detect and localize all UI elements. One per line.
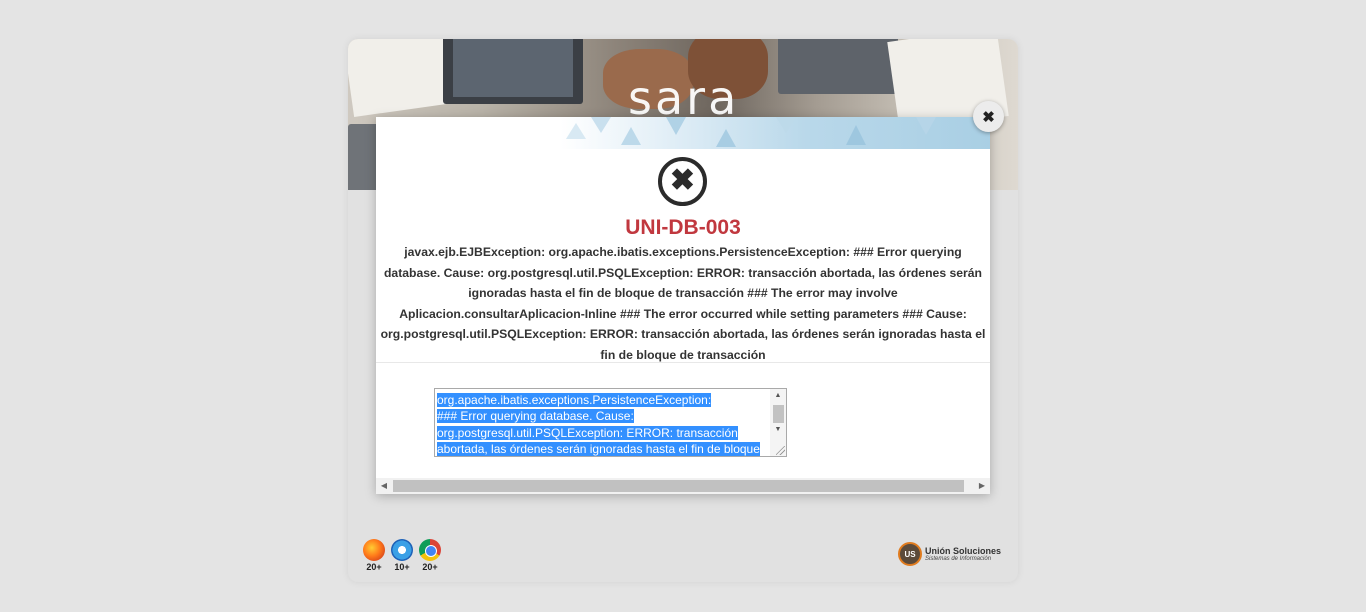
scroll-up-arrow-icon[interactable]: ▲: [770, 390, 786, 402]
textarea-scroll-thumb[interactable]: [773, 405, 784, 423]
chrome-icon: [419, 539, 441, 561]
horizontal-scroll-thumb[interactable]: [393, 480, 964, 492]
scroll-left-arrow-icon[interactable]: ◀: [376, 478, 392, 494]
dialog-header-pattern: [376, 117, 990, 149]
internet-explorer-version: 10+: [394, 562, 410, 572]
company-logo: US Unión Soluciones Sistemas de Informac…: [898, 542, 1001, 566]
scroll-right-arrow-icon[interactable]: ▶: [974, 478, 990, 494]
chrome-badge: 20+: [418, 539, 442, 572]
textarea-resize-grip-icon[interactable]: [776, 446, 785, 455]
error-code: UNI-DB-003: [625, 216, 741, 239]
internet-explorer-badge: 10+: [390, 539, 414, 572]
firefox-version: 20+: [366, 562, 382, 572]
close-icon: ✖: [982, 108, 995, 126]
company-seal-icon: US: [898, 542, 922, 566]
close-dialog-button[interactable]: ✖: [973, 101, 1004, 132]
divider: [376, 362, 990, 363]
company-name: Unión Soluciones: [925, 545, 1002, 556]
company-tagline: Sistemas de Información: [925, 555, 992, 562]
detail-line: abortada, las órdenes serán ignoradas ha…: [437, 441, 760, 456]
detail-line: ### Error querying database. Cause:: [437, 409, 634, 424]
detail-line: org.apache.ibatis.exceptions.Persistence…: [437, 393, 712, 407]
supported-browsers: 20+ 10+ 20+: [362, 539, 442, 572]
error-detail-text: org.apache.ibatis.exceptions.Persistence…: [437, 392, 767, 456]
detail-line: org.postgresql.util.PSQLException: ERROR…: [437, 425, 738, 440]
error-dialog: ✖ UNI-DB-003 javax.ejb.EJBException: org…: [376, 117, 990, 494]
dialog-horizontal-scrollbar[interactable]: ◀ ▶: [376, 478, 990, 494]
internet-explorer-icon: [391, 539, 413, 561]
firefox-badge: 20+: [362, 539, 386, 572]
error-message: javax.ejb.EJBException: org.apache.ibati…: [380, 245, 986, 362]
scroll-down-arrow-icon[interactable]: ▼: [770, 424, 786, 436]
chrome-version: 20+: [422, 562, 438, 572]
error-detail-textarea[interactable]: org.apache.ibatis.exceptions.Persistence…: [434, 388, 787, 457]
firefox-icon: [363, 539, 385, 561]
error-circle-x-icon: ✖: [658, 157, 707, 206]
